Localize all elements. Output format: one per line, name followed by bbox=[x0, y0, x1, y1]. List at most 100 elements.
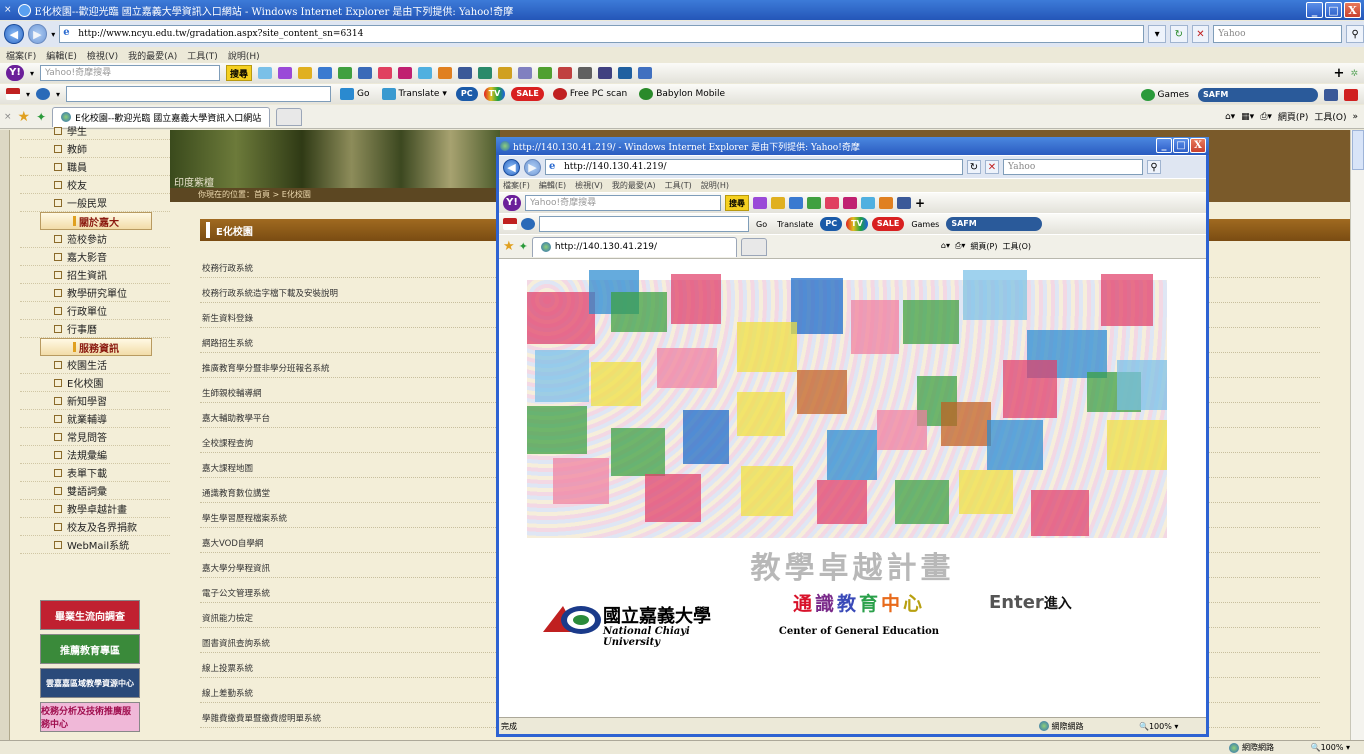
toolbar-icon[interactable] bbox=[258, 67, 273, 79]
babylon-mobile-button[interactable]: Babylon Mobile bbox=[636, 86, 728, 102]
print-icon[interactable]: ⎙▾ bbox=[1260, 112, 1272, 122]
zoom-control[interactable]: 🔍100% ▾ bbox=[1311, 743, 1350, 752]
sidebar-item[interactable]: 蒞校參訪 bbox=[20, 230, 170, 248]
popup-maximize-button[interactable]: □ bbox=[1173, 138, 1189, 153]
maximize-button[interactable]: □ bbox=[1325, 2, 1342, 18]
menu-file[interactable]: 檔案(F) bbox=[6, 49, 36, 62]
scroll-thumb[interactable] bbox=[1352, 130, 1364, 170]
stop-button[interactable]: ✕ bbox=[1191, 25, 1210, 43]
forward-button[interactable]: ▶ bbox=[27, 24, 48, 44]
menu-view[interactable]: 檢視(V) bbox=[575, 180, 603, 191]
add-favorite-icon[interactable]: ✦ bbox=[519, 240, 528, 253]
toolbar-icon[interactable] bbox=[771, 197, 785, 209]
safm-player[interactable]: SAFM bbox=[946, 217, 1043, 231]
toolbar-icon[interactable] bbox=[825, 197, 839, 209]
dropdown-icon[interactable]: ▾ bbox=[30, 69, 34, 78]
sale-badge[interactable]: SALE bbox=[511, 87, 544, 101]
toolbar-icon[interactable] bbox=[378, 67, 393, 79]
stop-button[interactable]: ✕ bbox=[985, 160, 999, 174]
toolbar-icon[interactable] bbox=[879, 197, 893, 209]
new-tab-button[interactable] bbox=[740, 237, 767, 256]
facebook-icon[interactable] bbox=[1324, 89, 1338, 101]
toolbar-icon[interactable] bbox=[753, 197, 767, 209]
menu-favorites[interactable]: 我的最愛(A) bbox=[612, 180, 656, 191]
page-menu[interactable]: 網頁(P) bbox=[970, 241, 997, 252]
toolbar-icon[interactable] bbox=[618, 67, 633, 79]
sidebar-item[interactable]: 校園生活 bbox=[20, 356, 170, 374]
popup-close-button[interactable]: X bbox=[1190, 138, 1206, 153]
favorites-star-icon[interactable]: ★ bbox=[503, 239, 515, 254]
search-button[interactable]: ⚲ bbox=[1147, 160, 1161, 174]
url-dropdown-button[interactable]: ▾ bbox=[1148, 25, 1166, 43]
refresh-button[interactable]: ↻ bbox=[1169, 25, 1188, 43]
toolbar-icon[interactable] bbox=[578, 67, 593, 79]
close-button[interactable]: X bbox=[1344, 2, 1361, 18]
toolbar-icon[interactable] bbox=[438, 67, 453, 79]
pc-badge[interactable]: PC bbox=[820, 217, 843, 231]
ad-analysis-center[interactable]: 校務分析及技術推廣服務中心 bbox=[40, 702, 140, 732]
tv-badge[interactable]: TV bbox=[846, 217, 868, 231]
addon-search-input[interactable] bbox=[539, 216, 749, 232]
toolbar-icon[interactable] bbox=[478, 67, 493, 79]
menu-tools[interactable]: 工具(T) bbox=[187, 49, 218, 62]
toolbar-icon[interactable] bbox=[298, 67, 313, 79]
translate-button[interactable]: Translate ▾ bbox=[379, 86, 450, 102]
toolbar-icon[interactable] bbox=[518, 67, 533, 79]
pc-badge[interactable]: PC bbox=[455, 87, 478, 101]
close-small-icon[interactable]: × bbox=[4, 112, 12, 122]
toolbar-search-button[interactable]: 搜尋 bbox=[226, 65, 253, 81]
ad-teaching-resource-center[interactable]: 雲嘉嘉區域教學資源中心 bbox=[40, 668, 140, 698]
facebook-icon[interactable] bbox=[458, 67, 473, 79]
close-small-icon[interactable]: × bbox=[4, 5, 12, 15]
chevron-right-icon[interactable]: » bbox=[1352, 112, 1358, 122]
menu-tools[interactable]: 工具(T) bbox=[665, 180, 692, 191]
flag-icon[interactable] bbox=[503, 218, 517, 230]
sidebar-item[interactable]: WebMail系統 bbox=[20, 536, 170, 554]
sidebar-item[interactable]: 教師 bbox=[20, 140, 170, 158]
go-button[interactable]: Go bbox=[337, 86, 372, 102]
sidebar-item[interactable]: E化校園 bbox=[20, 374, 170, 392]
yahoo-logo-icon[interactable]: Y! bbox=[503, 195, 521, 211]
minimize-button[interactable]: _ bbox=[1306, 2, 1323, 18]
sidebar-item[interactable]: 校友及各界捐款 bbox=[20, 518, 170, 536]
left-scroll-gutter[interactable] bbox=[0, 130, 10, 740]
sidebar-item[interactable]: 行事曆 bbox=[20, 320, 170, 338]
toolbar-icon[interactable] bbox=[278, 67, 293, 79]
sidebar-item[interactable]: 教學卓越計畫 bbox=[20, 500, 170, 518]
toolbar-icon[interactable] bbox=[558, 67, 573, 79]
toolbar-icon[interactable] bbox=[398, 67, 413, 79]
dropdown-icon[interactable]: ▾ bbox=[26, 90, 30, 99]
toolbar-icon[interactable] bbox=[538, 67, 553, 79]
sidebar-item[interactable]: 法規彙編 bbox=[20, 446, 170, 464]
menu-help[interactable]: 說明(H) bbox=[701, 180, 729, 191]
vertical-scrollbar[interactable] bbox=[1350, 130, 1364, 740]
tools-menu[interactable]: 工具(O) bbox=[1314, 110, 1346, 123]
sale-badge[interactable]: SALE bbox=[871, 217, 905, 231]
ad-graduate-survey[interactable]: 畢業生流向調查 bbox=[40, 600, 140, 630]
toolbar-search-input[interactable]: Yahoo!奇摩搜尋 bbox=[40, 65, 221, 81]
sidebar-item[interactable]: 招生資訊 bbox=[20, 266, 170, 284]
sidebar-item[interactable]: 教學研究單位 bbox=[20, 284, 170, 302]
sidebar-item[interactable]: 新知學習 bbox=[20, 392, 170, 410]
popup-tab[interactable]: http://140.130.41.219/ bbox=[531, 236, 737, 257]
youtube-icon[interactable] bbox=[1344, 89, 1358, 101]
sidebar-item[interactable]: 常見問答 bbox=[20, 428, 170, 446]
sidebar-item[interactable]: 就業輔導 bbox=[20, 410, 170, 428]
menu-favorites[interactable]: 我的最愛(A) bbox=[128, 49, 177, 62]
toolbar-search-button[interactable]: 搜尋 bbox=[725, 195, 749, 211]
sidebar-item[interactable]: 一般民眾 bbox=[20, 194, 170, 212]
home-icon[interactable]: ⌂▾ bbox=[941, 241, 950, 252]
sidebar-item[interactable]: 行政單位 bbox=[20, 302, 170, 320]
facebook-icon[interactable] bbox=[897, 197, 911, 209]
print-icon[interactable]: ⎙▾ bbox=[955, 241, 965, 252]
toolbar-icon[interactable] bbox=[338, 67, 353, 79]
add-icon[interactable]: + bbox=[1334, 66, 1345, 81]
mail-icon[interactable] bbox=[789, 197, 803, 209]
menu-edit[interactable]: 編輯(E) bbox=[46, 49, 77, 62]
toolbar-icon[interactable] bbox=[638, 67, 653, 79]
toolbar-icon[interactable] bbox=[418, 67, 433, 79]
ad-recommend-education[interactable]: 推薦教育專區 bbox=[40, 634, 140, 664]
toolbar-icon[interactable] bbox=[598, 67, 613, 79]
enter-link[interactable]: Enter進入 bbox=[989, 592, 1072, 613]
browser-search-input[interactable]: Yahoo bbox=[1213, 25, 1343, 43]
